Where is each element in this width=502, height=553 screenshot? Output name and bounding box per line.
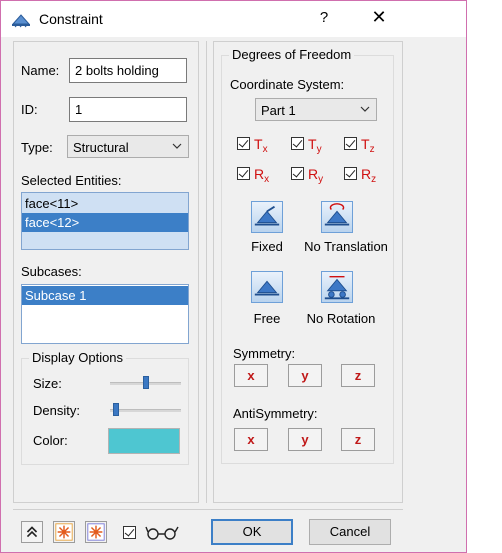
symmetry-z-button[interactable]: z — [341, 364, 375, 387]
sparkle-multi-icon — [87, 523, 105, 541]
window-title: Constraint — [39, 11, 103, 27]
id-field[interactable]: 1 — [69, 97, 187, 122]
fixed-preset-button[interactable] — [251, 201, 283, 233]
dof-title: Degrees of Freedom — [229, 47, 355, 62]
type-label: Type: — [21, 140, 53, 155]
constraint-icon — [11, 14, 31, 28]
tz-checkbox[interactable] — [344, 137, 357, 150]
tz-label: Tz — [361, 136, 375, 155]
rz-label: Rz — [361, 166, 377, 185]
no-rotation-preset-button[interactable] — [321, 271, 353, 303]
ry-label: Ry — [308, 166, 324, 185]
no-rotation-caption: No Rotation — [306, 311, 376, 326]
title-bar: Constraint ? ✕ — [1, 1, 466, 37]
free-constraint-icon — [254, 280, 280, 296]
selected-entities-label: Selected Entities: — [21, 173, 122, 188]
free-caption: Free — [253, 311, 281, 326]
type-select[interactable]: Structural — [67, 135, 189, 158]
free-preset-button[interactable] — [251, 271, 283, 303]
density-slider-track[interactable] — [110, 409, 181, 412]
antisymmetry-x-button[interactable]: x — [234, 428, 268, 451]
antisymmetry-label: AntiSymmetry: — [233, 406, 318, 421]
ty-label: Ty — [308, 136, 322, 155]
list-item[interactable]: face<12> — [22, 213, 188, 232]
highlight-all-button[interactable] — [85, 521, 107, 543]
coord-system-select[interactable]: Part 1 — [255, 98, 377, 121]
coord-system-label: Coordinate System: — [230, 77, 345, 92]
no-translation-icon — [324, 203, 350, 226]
highlight-button[interactable] — [53, 521, 75, 543]
cancel-button[interactable]: Cancel — [309, 519, 391, 545]
tx-checkbox[interactable] — [237, 137, 250, 150]
chevron-down-icon — [360, 106, 370, 112]
antisymmetry-y-button[interactable]: y — [288, 428, 322, 451]
sparkle-icon — [55, 523, 73, 541]
name-label: Name: — [21, 63, 60, 78]
symmetry-label: Symmetry: — [233, 346, 296, 361]
fixed-constraint-icon — [254, 205, 280, 226]
subcases-list[interactable]: Subcase 1 — [21, 284, 189, 344]
panel-divider — [206, 41, 207, 503]
constraint-dialog: Constraint ? ✕ Name: 2 bolts holding ID:… — [0, 0, 467, 553]
display-options-title: Display Options — [29, 350, 127, 365]
chevron-down-icon — [172, 143, 182, 149]
id-label: ID: — [21, 102, 38, 117]
symmetry-y-button[interactable]: y — [288, 364, 322, 387]
help-button[interactable]: ? — [314, 9, 334, 31]
antisymmetry-z-button[interactable]: z — [341, 428, 375, 451]
double-chevron-up-icon — [26, 526, 38, 538]
name-field[interactable]: 2 bolts holding — [69, 58, 187, 83]
no-rotation-icon — [324, 275, 350, 300]
rx-label: Rx — [254, 166, 270, 185]
bottom-separator — [13, 509, 403, 510]
list-item[interactable]: Subcase 1 — [22, 286, 188, 305]
size-label: Size: — [33, 376, 62, 391]
rz-checkbox[interactable] — [344, 167, 357, 180]
list-item[interactable]: face<11> — [22, 194, 188, 213]
density-label: Density: — [33, 403, 80, 418]
tx-label: Tx — [254, 136, 268, 155]
glasses-icon — [145, 526, 179, 540]
no-translation-caption: No Translation — [304, 239, 388, 254]
coord-system-value: Part 1 — [261, 103, 296, 118]
collapse-button[interactable] — [21, 521, 43, 543]
show-checkbox[interactable] — [123, 526, 136, 539]
subcases-label: Subcases: — [21, 264, 82, 279]
ok-button[interactable]: OK — [211, 519, 293, 545]
color-label: Color: — [33, 433, 68, 448]
entities-list[interactable]: face<11> face<12> — [21, 192, 189, 250]
symmetry-x-button[interactable]: x — [234, 364, 268, 387]
ry-checkbox[interactable] — [291, 167, 304, 180]
rx-checkbox[interactable] — [237, 167, 250, 180]
no-translation-preset-button[interactable] — [321, 201, 353, 233]
density-slider-thumb[interactable] — [113, 403, 120, 416]
close-button[interactable]: ✕ — [367, 7, 391, 31]
color-swatch[interactable] — [108, 428, 180, 454]
type-select-value: Structural — [73, 140, 129, 155]
fixed-caption: Fixed — [251, 239, 283, 254]
size-slider-thumb[interactable] — [142, 376, 149, 389]
ty-checkbox[interactable] — [291, 137, 304, 150]
